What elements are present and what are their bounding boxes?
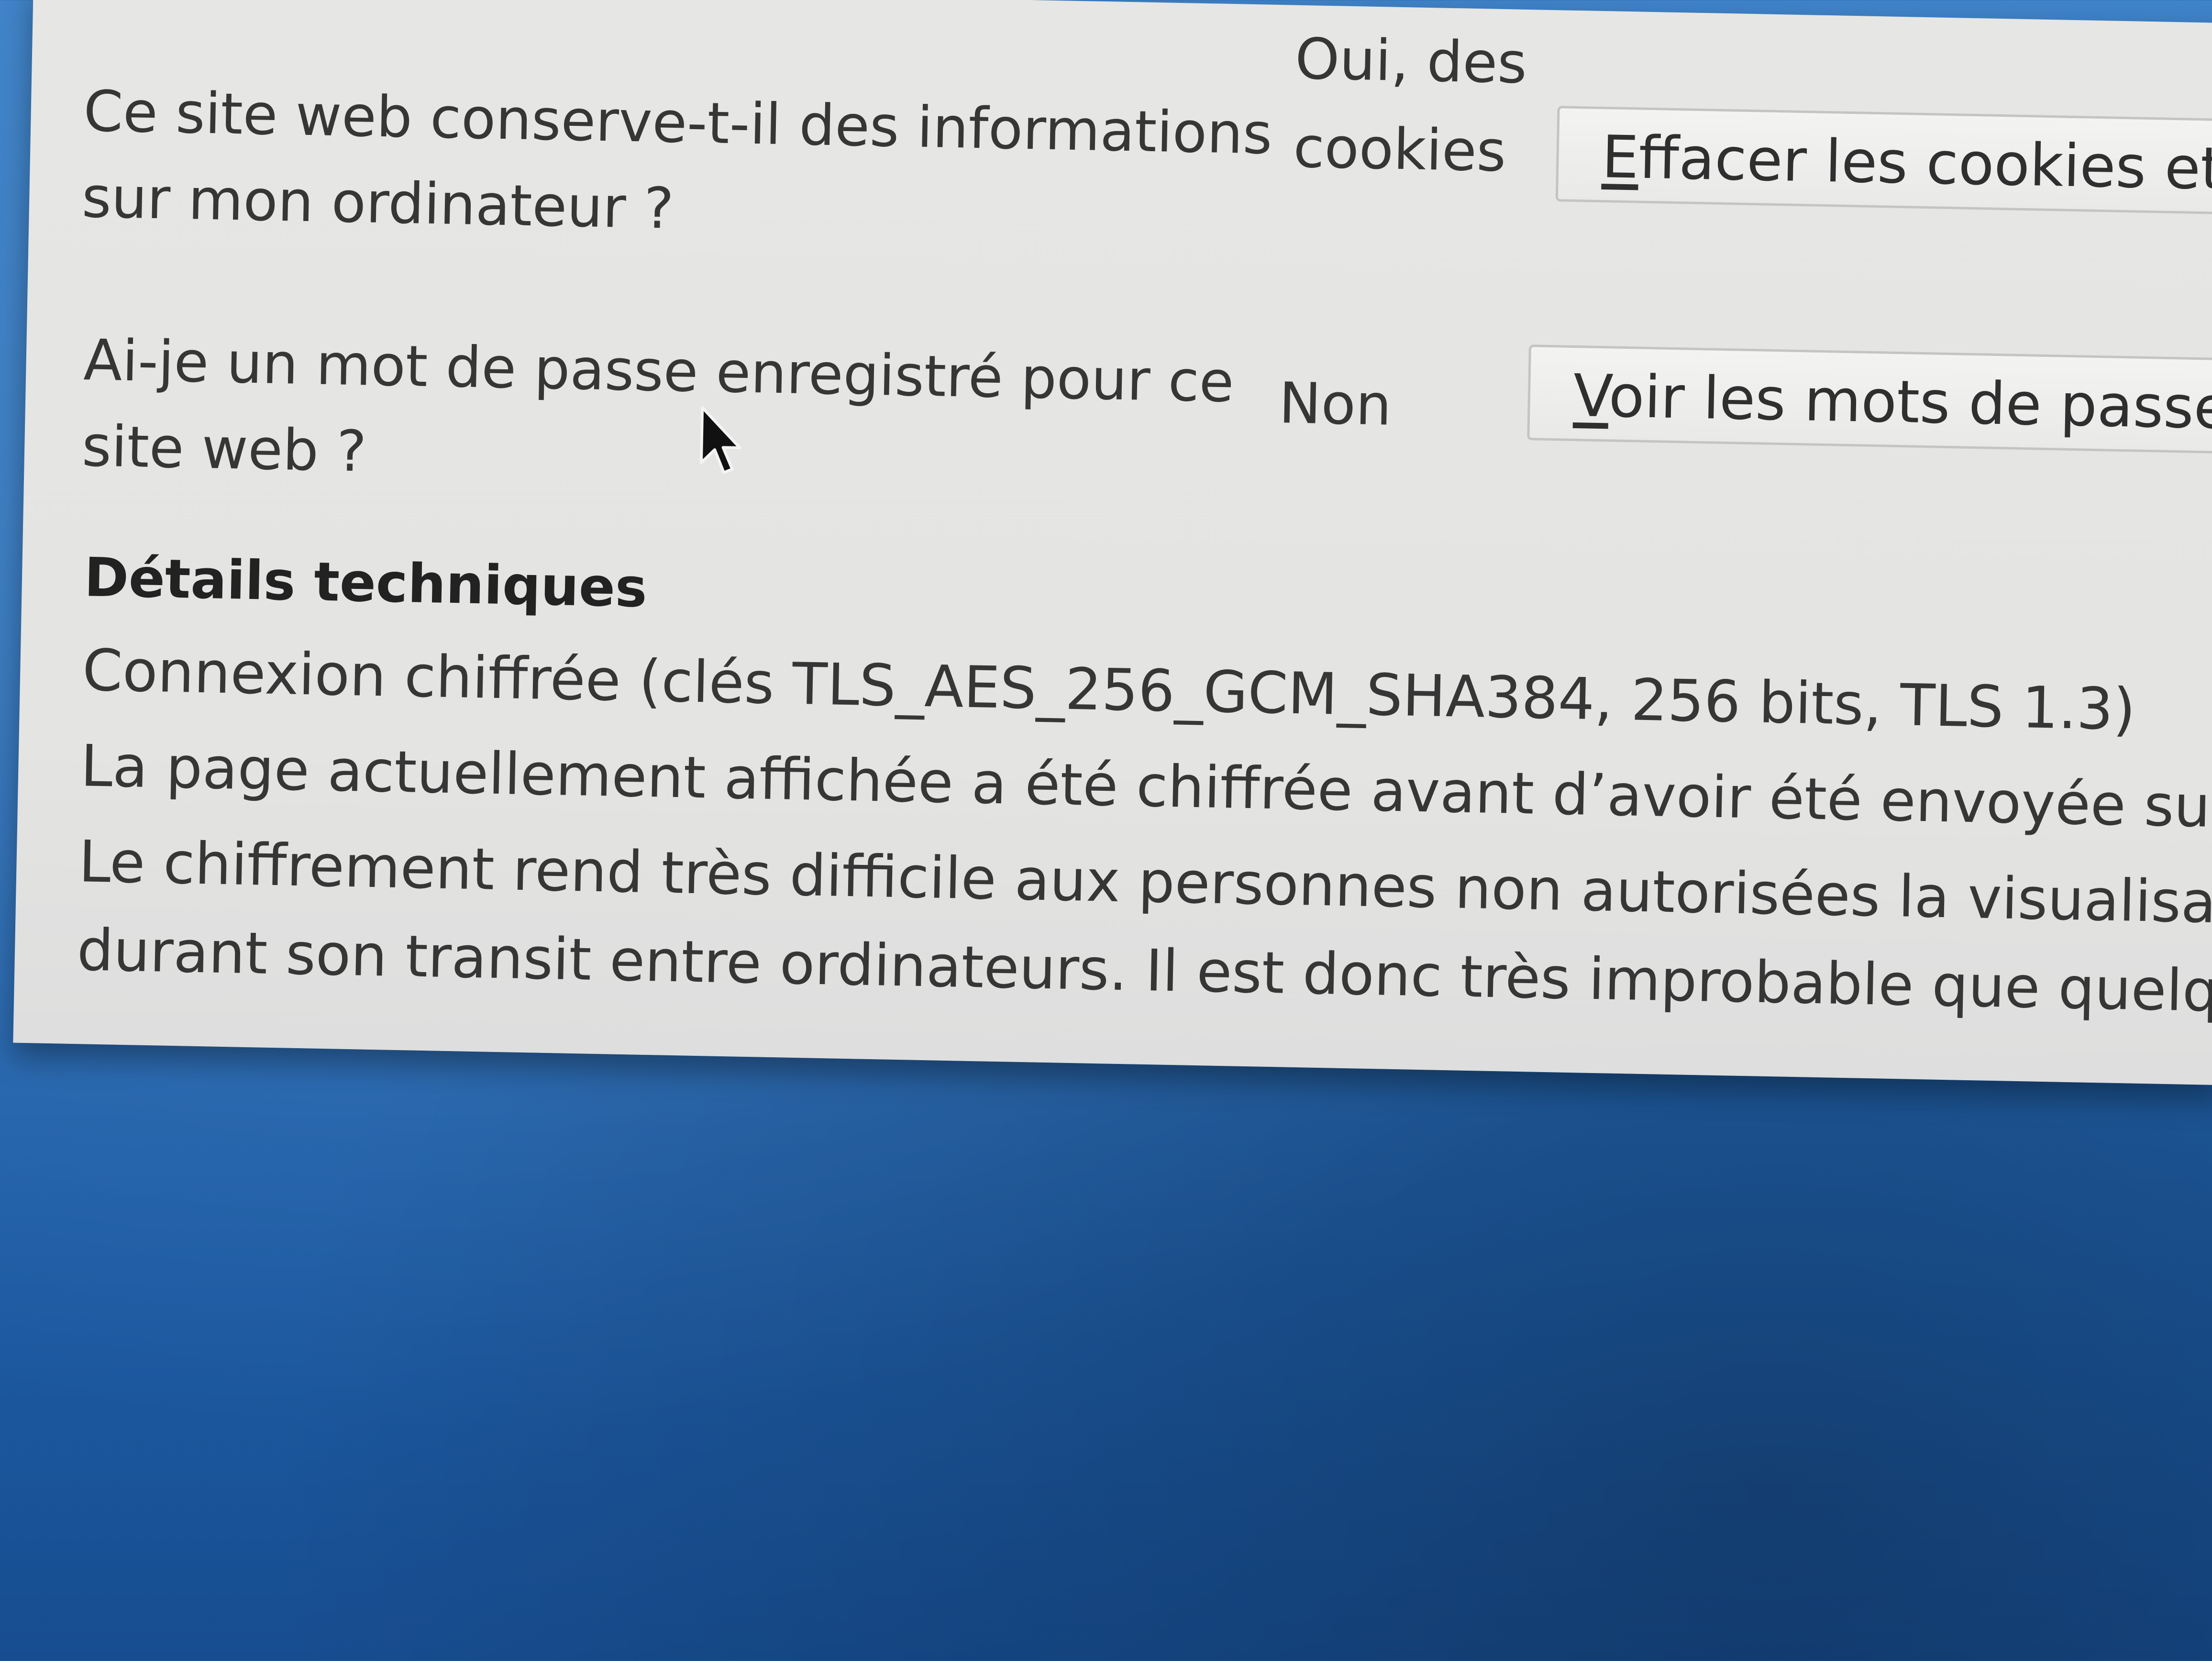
technical-details-title: Détails techniques bbox=[83, 546, 648, 620]
view-passwords-button[interactable]: Voir les mots de passe bbox=[1527, 344, 2212, 454]
password-answer: Non bbox=[1278, 370, 1393, 438]
clear-cookies-button[interactable]: Effacer les cookies et bbox=[1555, 106, 2212, 215]
page-info-dialog: Ce site web conserve-t-il des informatio… bbox=[13, 0, 2212, 1085]
encryption-explanation-1: La page actuellement affichée a été chif… bbox=[80, 733, 2212, 844]
view-passwords-label: oir les mots de passe bbox=[1608, 362, 2212, 443]
encryption-explanation-2: Le chiffrement rend très difficile aux p… bbox=[78, 829, 2212, 939]
cookies-question: Ce site web conserve-t-il des informatio… bbox=[81, 78, 1273, 242]
view-passwords-mnemonic: V bbox=[1572, 361, 1610, 431]
encryption-explanation-3: durant son transit entre ordinateurs. Il… bbox=[76, 917, 2212, 1028]
mouse-pointer-icon bbox=[699, 406, 741, 474]
password-question: Ai-je un mot de passe enregistré pour ce… bbox=[81, 327, 1235, 485]
clear-cookies-mnemonic: E bbox=[1601, 123, 1639, 192]
connection-details: Connexion chiffrée (clés TLS_AES_256_GCM… bbox=[82, 637, 2136, 743]
cookies-answer: Oui, des cookies bbox=[1293, 25, 1528, 185]
clear-cookies-label: ffacer les cookies et bbox=[1638, 123, 2212, 203]
